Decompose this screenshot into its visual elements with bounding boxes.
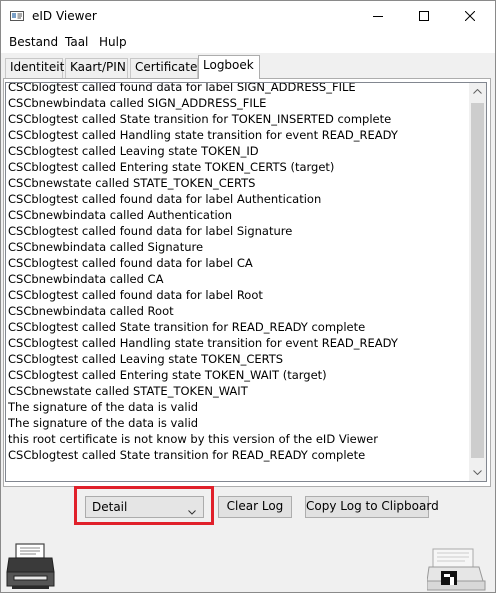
log-line: CSCblogtest called State transition for … <box>8 112 392 126</box>
log-line: CSCblogtest called found data for label … <box>8 288 263 302</box>
copy-log-button[interactable]: Copy Log to Clipboard <box>305 496 439 518</box>
menu-hulp[interactable]: Hulp <box>99 35 127 49</box>
card-reader-icon <box>426 547 491 591</box>
log-line: CSCbnewbindata called Signature <box>8 240 204 254</box>
log-line: CSCbnewstate called STATE_TOKEN_CERTS <box>8 176 256 190</box>
log-line: CSCblogtest called Entering state TOKEN_… <box>8 368 327 382</box>
log-line: CSCblogtest called State transition for … <box>8 448 366 462</box>
tab-logboek[interactable]: Logboek <box>198 55 260 79</box>
clear-log-button[interactable]: Clear Log <box>218 496 292 518</box>
log-line: CSCbnewstate called STATE_TOKEN_WAIT <box>8 384 248 398</box>
log-line: CSCbnewbindata called CA <box>8 272 164 286</box>
printer-icon[interactable] <box>6 542 56 590</box>
log-line: CSCblogtest called found data for label … <box>8 224 293 238</box>
maximize-icon[interactable] <box>401 1 447 31</box>
log-line: CSCblogtest called Leaving state TOKEN_C… <box>8 352 284 366</box>
tab-strip: Identiteit Kaart/PIN Certificaten Logboe… <box>3 55 493 79</box>
scroll-up-icon[interactable] <box>469 83 486 100</box>
tab-identiteit[interactable]: Identiteit <box>5 58 64 78</box>
log-line: CSCblogtest called State transition for … <box>8 320 366 334</box>
log-level-dropdown[interactable]: Detail <box>85 496 204 518</box>
log-line: CSCbnewbindata called SIGN_ADDRESS_FILE <box>8 96 267 110</box>
menu-bestand[interactable]: Bestand <box>9 35 58 49</box>
log-line: CSCblogtest called found data for label … <box>8 192 322 206</box>
log-line: CSCblogtest called found data for label … <box>8 256 253 270</box>
tab-certificaten[interactable]: Certificaten <box>130 58 205 78</box>
tab-kaart-pin[interactable]: Kaart/PIN <box>65 58 128 78</box>
menu-bar: Bestand Taal Hulp <box>1 31 495 53</box>
title-bar[interactable]: eID Viewer <box>1 1 495 31</box>
minimize-icon[interactable] <box>355 1 401 31</box>
window-title: eID Viewer <box>32 9 97 23</box>
menu-taal[interactable]: Taal <box>65 35 88 49</box>
log-line: CSCblogtest called Entering state TOKEN_… <box>8 160 335 174</box>
app-icon <box>10 9 24 23</box>
log-line: The signature of the data is valid <box>8 400 199 414</box>
chevron-down-icon <box>188 504 196 518</box>
scroll-thumb[interactable] <box>471 103 484 458</box>
log-line: this root certificate is not know by thi… <box>8 432 378 446</box>
log-textbox[interactable]: CSCblogtest called found data for label … <box>5 82 487 482</box>
scroll-down-icon[interactable] <box>469 464 486 481</box>
log-line: CSCblogtest called Leaving state TOKEN_I… <box>8 144 259 158</box>
log-line: The signature of the data is valid <box>8 416 199 430</box>
log-line: CSCblogtest called Handling state transi… <box>8 128 398 142</box>
log-scrollbar[interactable] <box>469 83 486 481</box>
log-lines: CSCblogtest called found data for label … <box>8 82 468 463</box>
close-icon[interactable] <box>447 1 493 31</box>
log-line: CSCbnewbindata called Root <box>8 304 174 318</box>
log-line: CSCbnewbindata called Authentication <box>8 208 232 222</box>
log-level-value: Detail <box>92 500 128 514</box>
eid-viewer-window: eID Viewer Bestand Taal Hulp Identiteit … <box>0 0 496 593</box>
log-line: CSCblogtest called found data for label … <box>8 82 356 94</box>
log-line: CSCblogtest called Handling state transi… <box>8 336 398 350</box>
